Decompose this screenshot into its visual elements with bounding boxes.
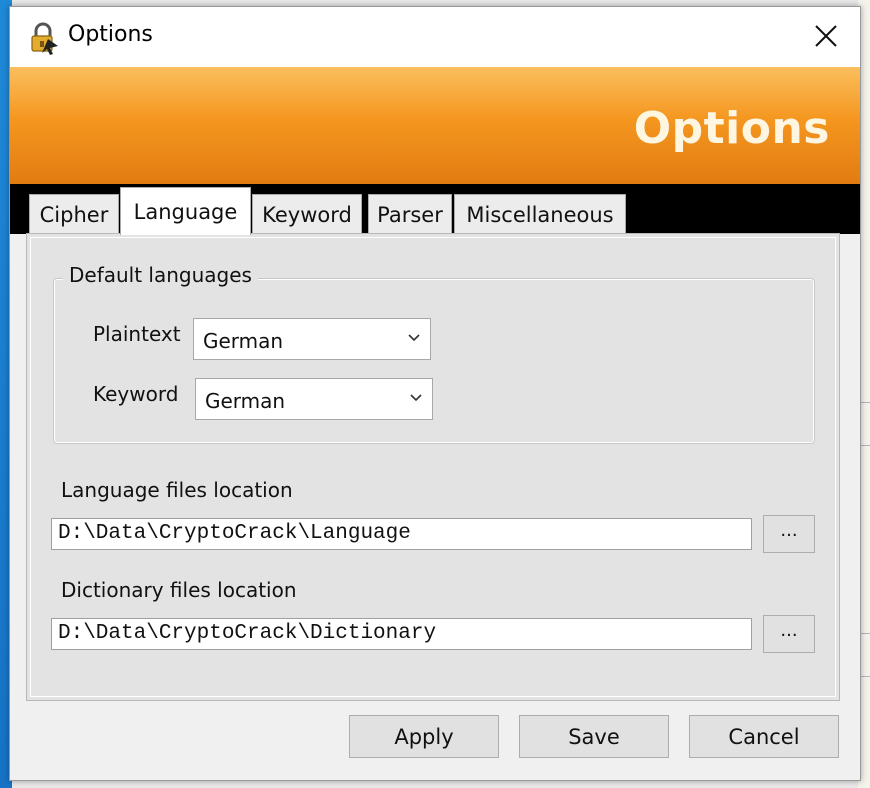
plaintext-language-select[interactable]: German (193, 318, 431, 360)
default-languages-group (53, 278, 815, 444)
default-languages-legend: Default languages (63, 263, 258, 287)
language-files-browse-button[interactable]: ... (763, 515, 815, 553)
close-button[interactable] (800, 13, 852, 59)
cancel-button[interactable]: Cancel (689, 715, 839, 758)
language-files-label: Language files location (61, 478, 293, 502)
chevron-down-icon (410, 394, 422, 402)
keyword-label: Keyword (93, 382, 179, 406)
language-tab-panel: Default languages Plaintext German Keywo… (26, 233, 840, 701)
keyword-language-select[interactable]: German (195, 378, 433, 420)
tab-keyword[interactable]: Keyword (252, 194, 362, 234)
chevron-down-icon (408, 334, 420, 342)
language-files-path-input[interactable]: D:\Data\CryptoCrack\Language (51, 518, 752, 550)
tab-cipher[interactable]: Cipher (29, 194, 119, 234)
options-dialog: Options Options Cipher Language Keyword … (9, 6, 861, 781)
dictionary-files-label: Dictionary files location (61, 578, 297, 602)
plaintext-language-value: German (203, 329, 284, 353)
apply-button[interactable]: Apply (349, 715, 499, 758)
dictionary-files-path-input[interactable]: D:\Data\CryptoCrack\Dictionary (51, 618, 752, 650)
window-title: Options (68, 22, 153, 47)
save-button[interactable]: Save (519, 715, 669, 758)
header-banner: Options (10, 67, 860, 184)
banner-title: Options (633, 103, 830, 154)
plaintext-label: Plaintext (93, 322, 181, 346)
tab-strip: Cipher Language Keyword Parser Miscellan… (10, 184, 860, 235)
keyword-language-value: German (205, 389, 286, 413)
dictionary-files-browse-button[interactable]: ... (763, 615, 815, 653)
close-icon (815, 25, 837, 47)
tab-miscellaneous[interactable]: Miscellaneous (454, 194, 626, 234)
tab-language[interactable]: Language (120, 187, 251, 235)
padlock-icon (31, 22, 58, 55)
title-bar: Options (10, 7, 860, 67)
tab-parser[interactable]: Parser (368, 194, 452, 234)
